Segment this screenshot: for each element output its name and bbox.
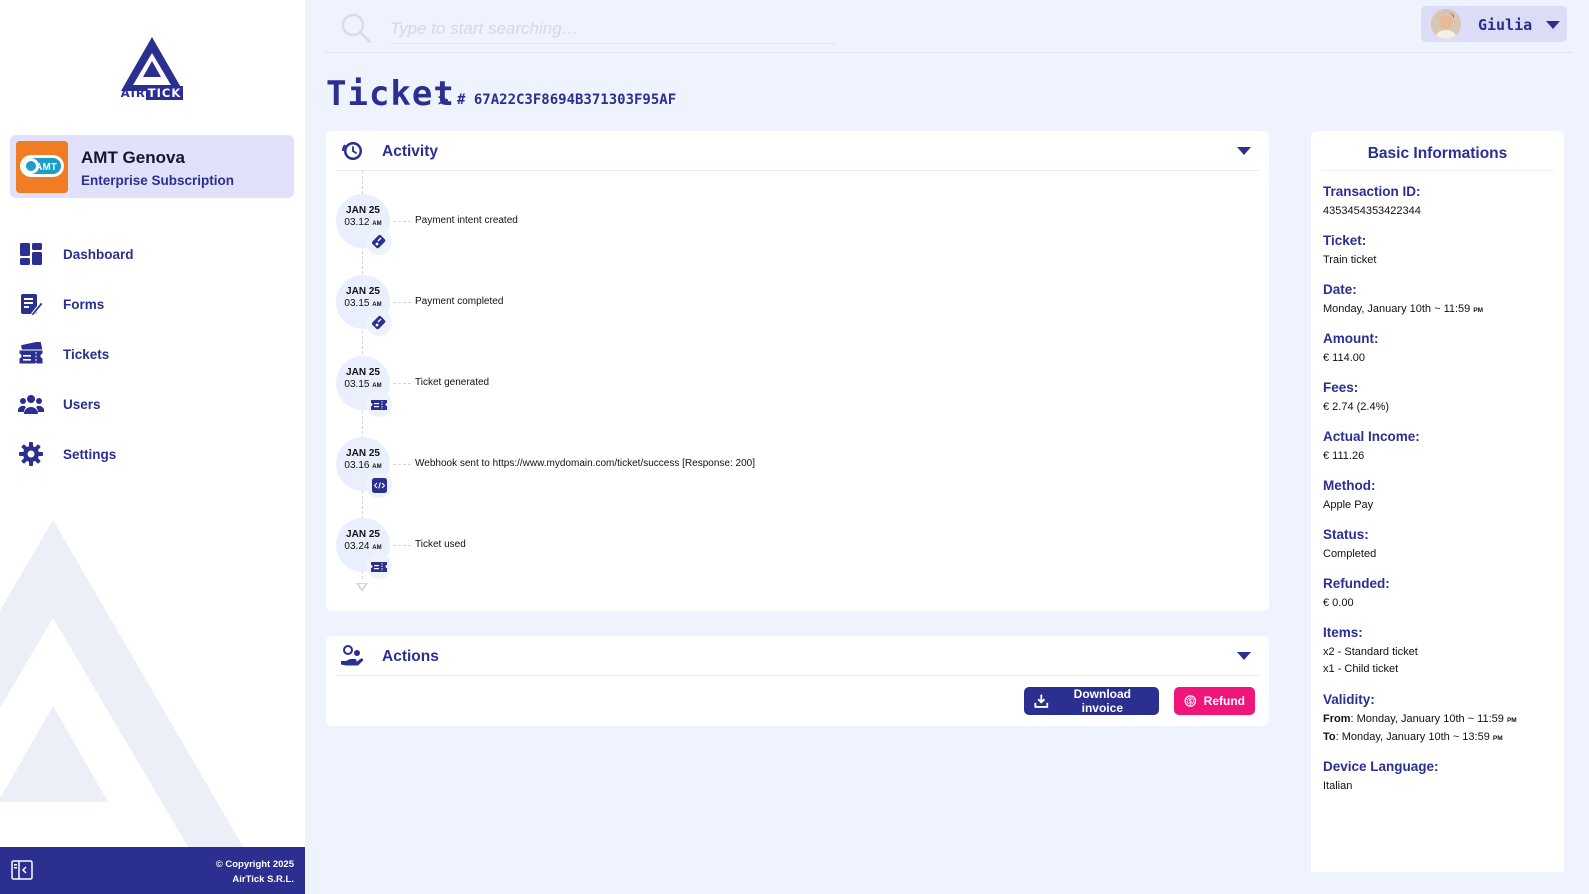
- search-icon[interactable]: [340, 12, 372, 44]
- users-icon: [18, 391, 44, 417]
- field-transaction-id: Transaction ID: 4353454353422344: [1323, 184, 1421, 217]
- history-clock-icon: [342, 142, 362, 160]
- timeline-event: JAN 25 03.12 AM Payment intent created: [336, 194, 1236, 255]
- timeline-event: JAN 25 03.15 AM Ticket generated: [336, 356, 1236, 417]
- event-date: JAN 25: [346, 286, 380, 297]
- field-fees: Fees: € 2.74 (2.4%): [1323, 380, 1390, 413]
- chevron-down-icon: [1546, 21, 1560, 29]
- hand-coins-icon: [341, 645, 364, 666]
- sidebar-item-users[interactable]: Users: [18, 389, 288, 419]
- field-amount: Amount: € 114.00: [1323, 331, 1379, 364]
- actions-header[interactable]: Actions: [336, 636, 1259, 676]
- event-time: 03.12 AM: [344, 217, 382, 228]
- svg-text:AMT: AMT: [35, 162, 57, 173]
- ticket-icon: [366, 391, 392, 417]
- timeline-event: JAN 25 03.16 AM Webhook sent to https://…: [336, 437, 1236, 498]
- activity-header[interactable]: Activity: [336, 131, 1259, 171]
- sidebar-item-label: Tickets: [63, 346, 110, 362]
- event-date: JAN 25: [346, 448, 380, 459]
- event-description: Ticket generated: [415, 377, 490, 388]
- field-method: Method: Apple Pay: [1323, 478, 1376, 511]
- amt-logo-icon: AMT: [16, 141, 68, 193]
- code-icon: [366, 472, 392, 498]
- refund-icon: $: [1184, 695, 1197, 707]
- collapse-sidebar-icon[interactable]: [11, 860, 33, 880]
- event-time: 03.24 AM: [344, 541, 382, 552]
- timeline-event: JAN 25 03.24 AM Ticket used: [336, 518, 1236, 579]
- timeline-event: JAN 25 03.15 AM Payment completed: [336, 275, 1236, 336]
- sidebar-item-forms[interactable]: Forms: [18, 289, 288, 319]
- download-icon: [1034, 694, 1049, 708]
- event-date: JAN 25: [346, 367, 380, 378]
- ticket-hash: # 67A22C3F8694B371303F95AF: [457, 92, 677, 108]
- field-actual-income: Actual Income: € 111.26: [1323, 429, 1420, 462]
- download-invoice-button[interactable]: Download invoice: [1024, 687, 1159, 715]
- event-description: Webhook sent to https://www.mydomain.com…: [415, 458, 755, 469]
- avatar: [1431, 9, 1461, 39]
- activity-panel: Activity JAN 25 03.12 AM Payment intent …: [326, 131, 1269, 611]
- receipt-torn-edge: [1311, 849, 1564, 865]
- field-status: Status: Completed: [1323, 527, 1377, 560]
- sidebar-item-label: Forms: [63, 296, 105, 312]
- info-title: Basic Informations: [1367, 145, 1508, 162]
- background-logo-watermark: [0, 520, 245, 850]
- payment-icon: [366, 310, 392, 336]
- ticket-icon: [366, 553, 392, 579]
- forms-icon: [18, 291, 44, 317]
- event-description: Payment completed: [415, 296, 504, 307]
- field-refunded: Refunded: € 0.00: [1323, 576, 1390, 609]
- field-validity: Validity: From: Monday, January 10th ~ 1…: [1323, 692, 1517, 743]
- event-time: 03.15 AM: [344, 298, 382, 309]
- search-input[interactable]: [390, 14, 835, 44]
- dashboard-icon: [18, 241, 44, 267]
- sidebar-item-dashboard[interactable]: Dashboard: [18, 239, 288, 269]
- event-date: JAN 25: [346, 205, 380, 216]
- logo-wordmark: AIR TICK: [120, 86, 184, 100]
- field-ticket: Ticket: Train ticket: [1323, 233, 1377, 266]
- tickets-icon: [18, 341, 44, 367]
- organization-name: AMT Genova: [81, 148, 185, 167]
- sidebar-item-tickets[interactable]: Tickets: [18, 339, 288, 369]
- subscription-plan: Enterprise Subscription: [81, 173, 235, 188]
- field-items: Items: x2 - Standard ticket x1 - Child ti…: [1323, 625, 1418, 675]
- sidebar-item-label: Users: [63, 396, 101, 412]
- sidebar-item-settings[interactable]: Settings: [18, 439, 288, 469]
- refund-button[interactable]: $ Refund: [1174, 687, 1255, 715]
- event-time: 03.15 AM: [344, 379, 382, 390]
- chevron-down-icon[interactable]: [1237, 147, 1251, 155]
- svg-text:$: $: [1189, 699, 1192, 705]
- top-divider: [325, 52, 1573, 53]
- basic-info-panel: Basic Informations Transaction ID: 43534…: [1311, 131, 1564, 872]
- field-date: Date: Monday, January 10th ~ 11:59 PM: [1323, 282, 1484, 315]
- sidebar: AIR TICK AMT AMT Genova Enterprise Subscr…: [0, 0, 305, 894]
- sidebar-item-label: Dashboard: [63, 246, 134, 262]
- event-description: Ticket used: [415, 539, 466, 550]
- event-description: Payment intent created: [415, 215, 518, 226]
- breadcrumb-separator: >: [437, 91, 450, 109]
- organization-card[interactable]: AMT AMT Genova Enterprise Subscription: [10, 135, 294, 198]
- page-title: Ticket: [326, 74, 455, 114]
- user-name: Giulia: [1478, 16, 1533, 34]
- event-date: JAN 25: [346, 529, 380, 540]
- actions-title: Actions: [382, 648, 439, 665]
- event-time: 03.16 AM: [344, 460, 382, 471]
- sidebar-item-label: Settings: [63, 446, 117, 462]
- user-menu[interactable]: Giulia: [1421, 6, 1567, 42]
- sidebar-footer: © Copyright 2025 AirTick S.R.L.: [0, 847, 305, 894]
- copyright-text: © Copyright 2025 AirTick S.R.L.: [215, 859, 294, 885]
- chevron-down-icon[interactable]: [1237, 652, 1251, 660]
- actions-panel: Actions Download invoice $ Refund: [326, 636, 1269, 726]
- gear-icon: [18, 441, 44, 467]
- payment-icon: [366, 229, 392, 255]
- field-device-language: Device Language: Italian: [1323, 759, 1439, 792]
- activity-title: Activity: [382, 143, 438, 160]
